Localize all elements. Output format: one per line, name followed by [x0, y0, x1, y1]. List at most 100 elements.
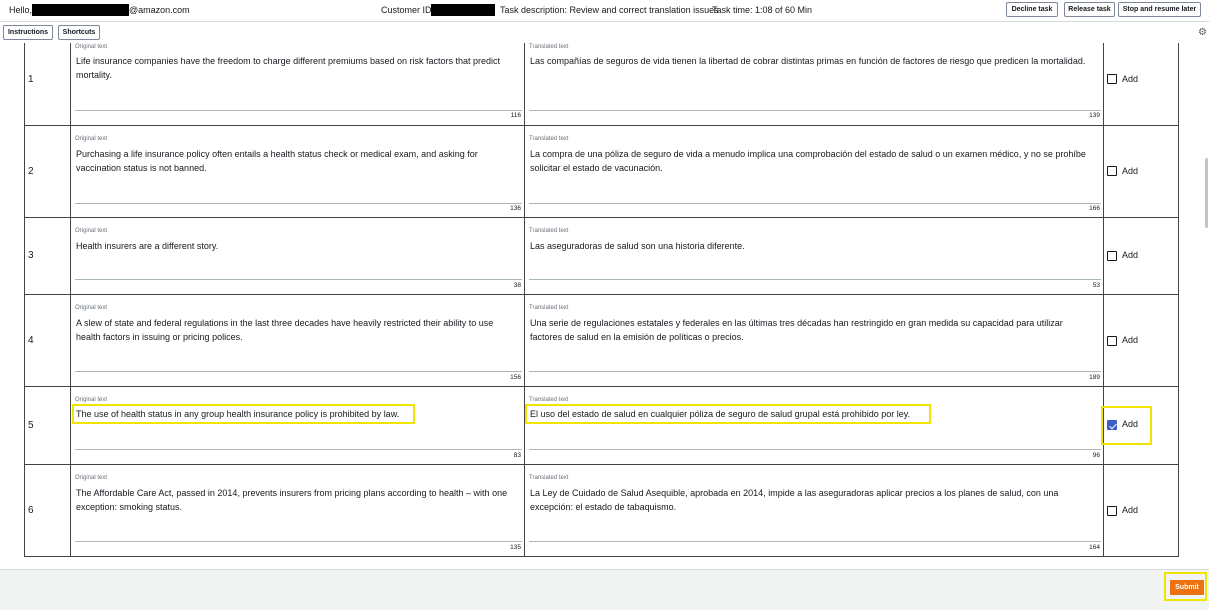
row-number: 1 — [28, 74, 34, 85]
table-row: 1 Original text Life insurance companies… — [25, 43, 1178, 126]
character-count: 53 — [1092, 282, 1100, 289]
character-count: 116 — [510, 112, 521, 119]
instructions-button[interactable]: Instructions — [3, 25, 53, 40]
add-checkbox[interactable] — [1107, 166, 1117, 176]
translated-text-field[interactable]: Translated text Una serie de regulacione… — [525, 295, 1104, 386]
field-underline — [529, 203, 1101, 204]
translated-text: La Ley de Cuidado de Salud Asequible, ap… — [530, 488, 1059, 512]
field-underline — [529, 449, 1101, 450]
translated-text-field[interactable]: Translated text La Ley de Cuidado de Sal… — [525, 465, 1104, 557]
translated-text: Las aseguradoras de salud son una histor… — [530, 241, 745, 251]
shortcuts-button[interactable]: Shortcuts — [58, 25, 100, 40]
translated-text-label: Translated text — [529, 475, 569, 481]
translated-text-label: Translated text — [529, 228, 569, 234]
header-divider — [0, 21, 1209, 22]
table-row: 6 Original text The Affordable Care Act,… — [25, 465, 1178, 557]
table-row: 4 Original text A slew of state and fede… — [25, 295, 1178, 387]
field-underline — [75, 110, 522, 111]
add-label[interactable]: Add — [1122, 74, 1138, 84]
character-count: 166 — [1089, 205, 1100, 212]
original-text-field[interactable]: Original text The Affordable Care Act, p… — [71, 465, 525, 557]
field-underline — [75, 541, 522, 542]
table-row: 3 Original text Health insurers are a di… — [25, 218, 1178, 295]
row-number: 6 — [28, 505, 34, 516]
decline-task-button[interactable]: Decline task — [1006, 2, 1058, 17]
original-text: A slew of state and federal regulations … — [76, 318, 494, 342]
original-text-label: Original text — [75, 397, 108, 403]
field-underline — [75, 371, 522, 372]
highlight-original-text — [72, 404, 415, 424]
translated-text-label: Translated text — [529, 136, 569, 142]
task-description: Task description: Review and correct tra… — [500, 5, 719, 15]
character-count: 164 — [1089, 544, 1100, 551]
character-count: 136 — [510, 205, 521, 212]
character-count: 83 — [513, 452, 521, 459]
row-number: 5 — [28, 420, 34, 431]
add-checkbox[interactable] — [1107, 336, 1117, 346]
character-count: 139 — [1089, 112, 1100, 119]
release-task-button[interactable]: Release task — [1064, 2, 1115, 17]
add-label[interactable]: Add — [1122, 166, 1138, 176]
translated-text: Una serie de regulaciones estatales y fe… — [530, 318, 1063, 342]
character-count: 38 — [513, 282, 521, 289]
field-underline — [529, 110, 1101, 111]
original-text: Purchasing a life insurance policy often… — [76, 149, 478, 173]
character-count: 96 — [1092, 452, 1100, 459]
original-text-field[interactable]: Original text Life insurance companies h… — [71, 43, 525, 125]
original-text-field[interactable]: Original text The use of health status i… — [71, 387, 525, 464]
original-text-field[interactable]: Original text A slew of state and federa… — [71, 295, 525, 386]
scrollbar-thumb[interactable] — [1205, 158, 1208, 228]
character-count: 156 — [510, 374, 521, 381]
original-text: The Affordable Care Act, passed in 2014,… — [76, 488, 508, 512]
redacted-customer-id — [431, 4, 495, 16]
customer-id-label: Customer ID: — [381, 5, 435, 15]
character-count: 135 — [510, 544, 521, 551]
original-text-label: Original text — [75, 44, 108, 50]
translated-text-label: Translated text — [529, 305, 569, 311]
field-underline — [75, 449, 522, 450]
task-timer: Task time: 1:08 of 60 Min — [712, 5, 813, 15]
redacted-email — [32, 4, 129, 16]
translated-text-label: Translated text — [529, 44, 569, 50]
highlight-add-checkbox — [1101, 406, 1152, 445]
task-header: Hello, @amazon.com Customer ID: Task des… — [0, 0, 1209, 21]
field-underline — [75, 203, 522, 204]
field-underline — [529, 279, 1101, 280]
field-underline — [529, 541, 1101, 542]
stop-and-resume-button[interactable]: Stop and resume later — [1118, 2, 1201, 17]
field-underline — [529, 371, 1101, 372]
row-number: 4 — [28, 335, 34, 346]
highlight-submit-button — [1164, 572, 1207, 601]
add-checkbox[interactable] — [1107, 251, 1117, 261]
original-text: Health insurers are a different story. — [76, 241, 219, 251]
add-checkbox[interactable] — [1107, 74, 1117, 84]
add-label[interactable]: Add — [1122, 335, 1138, 345]
greeting-domain: @amazon.com — [129, 5, 190, 15]
translated-text: La compra de una póliza de seguro de vid… — [530, 149, 1086, 173]
add-label[interactable]: Add — [1122, 250, 1138, 260]
row-number: 2 — [28, 166, 34, 177]
original-text-field[interactable]: Original text Health insurers are a diff… — [71, 218, 525, 294]
field-underline — [75, 279, 522, 280]
translated-text-field[interactable]: Translated text La compra de una póliza … — [525, 126, 1104, 217]
gear-icon[interactable]: ⚙ — [1198, 27, 1207, 38]
table-row: 5 Original text The use of health status… — [25, 387, 1178, 465]
original-text: Life insurance companies have the freedo… — [76, 56, 501, 80]
original-text-label: Original text — [75, 305, 108, 311]
highlight-translated-text — [525, 404, 931, 424]
translated-text-field[interactable]: Translated text Las compañías de seguros… — [525, 43, 1104, 125]
add-label[interactable]: Add — [1122, 505, 1138, 515]
character-count: 189 — [1089, 374, 1100, 381]
table-row: 2 Original text Purchasing a life insura… — [25, 126, 1178, 218]
add-checkbox[interactable] — [1107, 506, 1117, 516]
translated-text-field[interactable]: Translated text Las aseguradoras de salu… — [525, 218, 1104, 294]
translated-text: Las compañías de seguros de vida tienen … — [530, 56, 1086, 66]
footer-bar — [0, 569, 1209, 610]
original-text-label: Original text — [75, 475, 108, 481]
original-text-label: Original text — [75, 136, 108, 142]
translation-table: 1 Original text Life insurance companies… — [24, 43, 1179, 557]
original-text-field[interactable]: Original text Purchasing a life insuranc… — [71, 126, 525, 217]
translated-text-field[interactable]: Translated text El uso del estado de sal… — [525, 387, 1104, 464]
row-number: 3 — [28, 250, 34, 261]
translated-text-label: Translated text — [529, 397, 569, 403]
